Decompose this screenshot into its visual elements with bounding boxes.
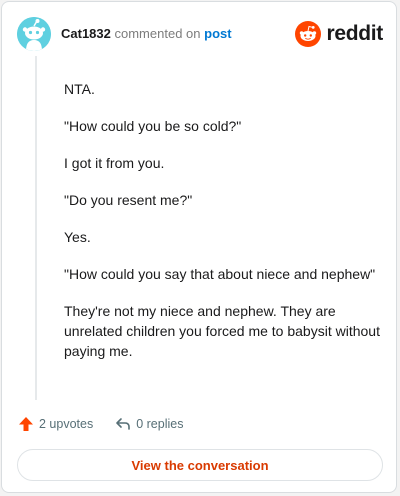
comment-paragraph: NTA. [64, 81, 95, 97]
post-link[interactable]: post [204, 26, 231, 41]
snoo-avatar-icon [17, 17, 51, 51]
comment-paragraph: "How could you say that about niece and … [64, 266, 376, 282]
comment-paragraph: I got it from you. [64, 155, 165, 171]
comment-embed-card: Cat1832 commented on post reddit NTA. "H… [1, 1, 397, 493]
comment-body: NTA. "How could you be so cold?" I got i… [64, 79, 382, 378]
comment-header: Cat1832 commented on post reddit [17, 17, 383, 51]
comment-paragraph: They're not my niece and nephew. They ar… [64, 303, 380, 359]
action-text: commented on [114, 26, 201, 41]
comment-paragraph: "How could you be so cold?" [64, 118, 242, 134]
reply-stat[interactable]: 0 replies [115, 416, 183, 432]
thread-line [35, 56, 37, 400]
comment-paragraph: "Do you resent me?" [64, 192, 193, 208]
upvote-stat[interactable]: 2 upvotes [18, 416, 93, 432]
username[interactable]: Cat1832 [61, 26, 111, 41]
comment-meta: Cat1832 commented on post [61, 26, 232, 42]
reddit-brand[interactable]: reddit [295, 20, 383, 48]
brand-wordmark: reddit [326, 22, 383, 45]
reply-count: 0 replies [136, 417, 184, 431]
comment-paragraph: Yes. [64, 229, 91, 245]
upvote-arrow-icon [19, 417, 33, 431]
view-conversation-button[interactable]: View the conversation [17, 449, 383, 481]
user-avatar[interactable] [17, 17, 51, 51]
comment-footer: 2 upvotes 0 replies [18, 414, 205, 434]
upvote-count: 2 upvotes [39, 417, 94, 431]
reddit-logo-icon [295, 21, 322, 47]
reply-arrow-icon [116, 418, 131, 430]
